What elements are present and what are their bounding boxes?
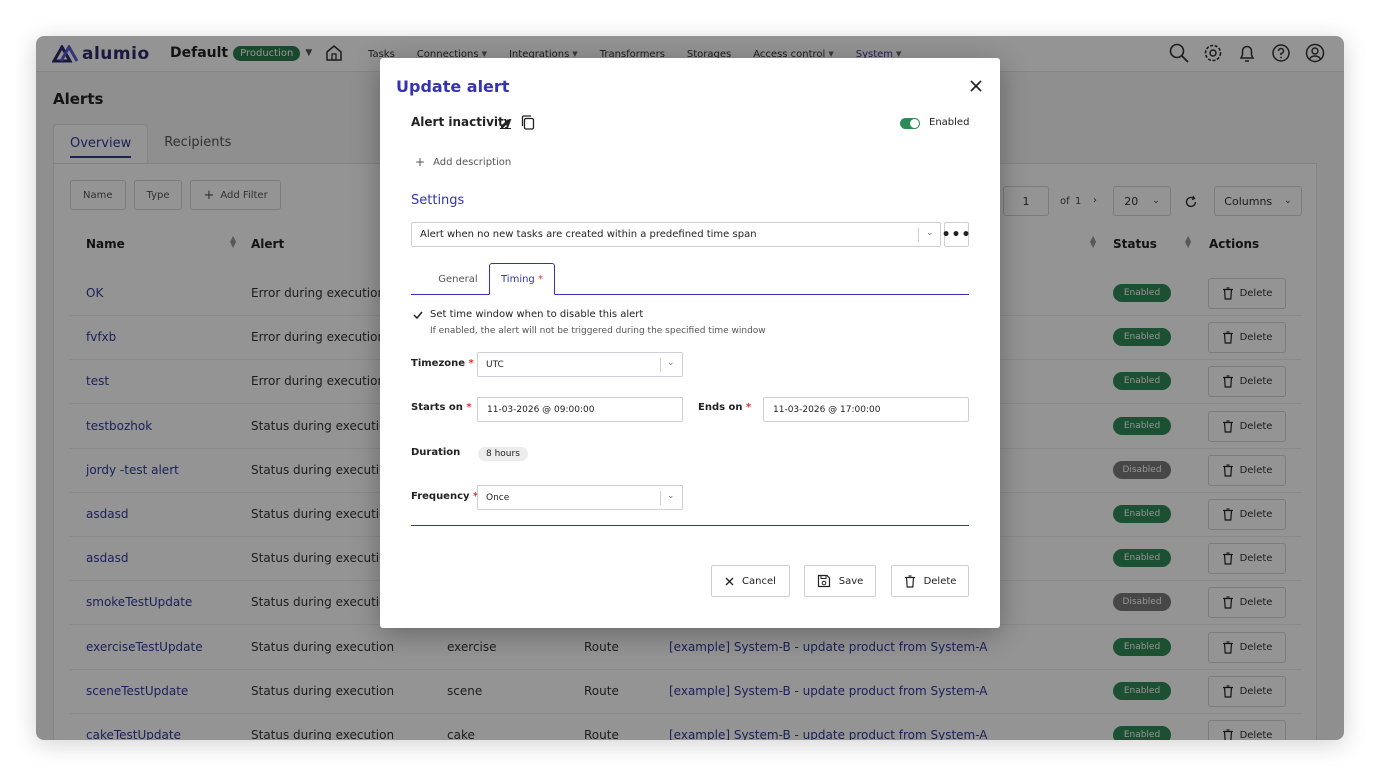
duration-label: Duration [411, 447, 461, 458]
copy-icon[interactable] [521, 115, 535, 130]
tabs-underline [411, 294, 489, 295]
chevron-down-icon: ⌄ [667, 358, 675, 368]
enabled-label: Enabled [929, 117, 970, 128]
dialog-title: Update alert [396, 77, 510, 96]
trash-icon [904, 574, 915, 588]
chevron-down-icon: ⌄ [926, 228, 934, 238]
add-description-button[interactable]: + Add description [415, 155, 511, 169]
ends-on-input[interactable]: 11-03-2026 @ 17:00:00 [763, 397, 969, 422]
save-disk-icon [817, 574, 830, 588]
tab-timing[interactable]: Timing * [489, 263, 555, 295]
ends-on-label: Ends on * [698, 402, 752, 413]
frequency-select[interactable]: Once ⌄ [477, 485, 683, 510]
enabled-toggle[interactable] [900, 118, 920, 129]
time-window-checkbox[interactable]: Set time window when to disable this ale… [413, 309, 643, 320]
timezone-label: Timezone * [411, 358, 474, 369]
delete-button[interactable]: Delete [891, 565, 969, 597]
app-window: alumio Default Production ▼ Tasks Connec… [36, 36, 1344, 740]
checkmark-icon [413, 311, 423, 319]
time-window-help: If enabled, the alert will not be trigge… [430, 326, 766, 336]
alert-name: Alert inactivity [411, 115, 512, 129]
more-options-button[interactable]: ••• [941, 222, 972, 247]
cancel-button[interactable]: Cancel [711, 565, 790, 597]
tab-general[interactable]: General [426, 263, 490, 295]
starts-on-label: Starts on * [411, 402, 472, 413]
duration-value: 8 hours [478, 447, 528, 461]
tab-panel-bottom-border [411, 525, 969, 526]
close-icon [725, 577, 734, 585]
tabs-underline [555, 294, 969, 295]
settings-section-title: Settings [411, 193, 465, 208]
frequency-label: Frequency * [411, 491, 479, 502]
chevron-down-icon: ⌄ [667, 491, 675, 501]
timezone-select[interactable]: UTC ⌄ [477, 352, 683, 377]
alert-type-select[interactable]: Alert when no new tasks are created with… [411, 222, 941, 247]
save-button[interactable]: Save [804, 565, 876, 597]
plus-icon: + [415, 155, 426, 169]
edit-pencil-icon[interactable] [499, 116, 512, 129]
starts-on-input[interactable]: 11-03-2026 @ 09:00:00 [477, 397, 683, 422]
update-alert-dialog: Update alert Alert inactivity Enabled + … [380, 58, 1000, 628]
ellipsis-icon: ••• [941, 226, 972, 243]
close-icon[interactable] [968, 78, 984, 94]
